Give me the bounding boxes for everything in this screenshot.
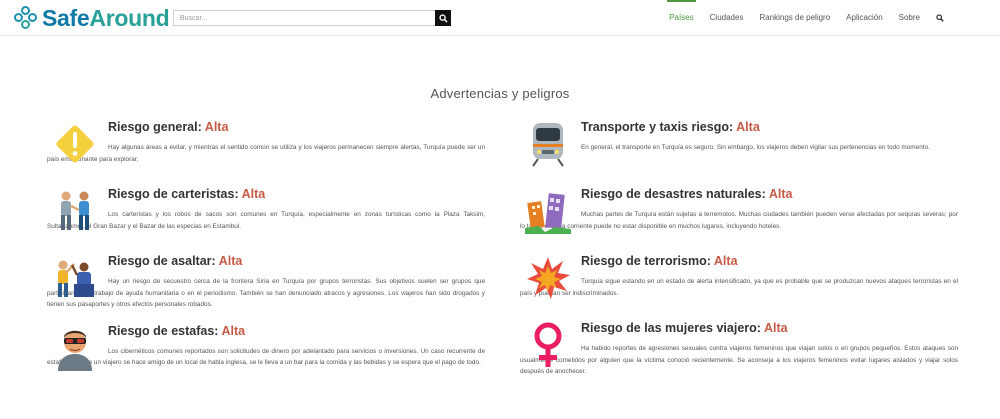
train-icon <box>520 118 576 170</box>
scammer-icon <box>47 322 103 374</box>
nav-countries[interactable]: Países <box>667 0 697 36</box>
risk-level: Alta <box>768 187 793 201</box>
risk-level: Alta <box>241 187 266 201</box>
risk-title: Riesgo de las mujeres viajero: <box>581 321 764 335</box>
risk-heading: Riesgo de terrorismo: Alta <box>581 248 958 276</box>
risk-level: Alta <box>218 254 243 268</box>
search-button[interactable] <box>435 10 451 26</box>
right-column: Transporte y taxis riesgo: Alta En gener… <box>520 114 958 385</box>
risk-title: Riesgo de desastres naturales: <box>581 187 769 201</box>
main-nav: Países Ciudades Rankings de peligro Apli… <box>653 0 944 36</box>
risk-level: Alta <box>204 120 229 134</box>
risk-description-wrap: Turquía sigue estando en un estado de al… <box>520 276 958 299</box>
nav-about[interactable]: Sobre <box>899 0 920 36</box>
risk-title: Riesgo de carteristas: <box>108 187 242 201</box>
risk-item-natural-disasters: Riesgo de desastres naturales: Alta Much… <box>520 181 958 241</box>
risk-item-women-travelers: Riesgo de las mujeres viajero: Alta Ha h… <box>520 315 958 378</box>
risk-description: Los cibernéticos comunes reportados son … <box>47 347 485 367</box>
risk-description-wrap: Los carteristas y los robos de sacos son… <box>47 209 485 232</box>
risk-heading: Riesgo de las mujeres viajero: Alta <box>581 315 958 343</box>
risk-heading: Riesgo general: Alta <box>108 114 485 142</box>
risk-description: Hay un riesgo de secuestro cerca de la f… <box>47 278 485 308</box>
nav-app[interactable]: Aplicación <box>846 0 882 36</box>
risk-item-general: Riesgo general: Alta Hay algunas áreas a… <box>47 114 485 174</box>
risk-level: Alta <box>713 254 738 268</box>
risk-item-transport: Transporte y taxis riesgo: Alta En gener… <box>520 114 958 174</box>
risk-item-terrorism: Riesgo de terrorismo: Alta Turquía sigue… <box>520 248 958 308</box>
risk-description: Hay algunas áreas a evitar, y mientras e… <box>47 144 485 163</box>
search-icon <box>438 13 448 23</box>
risk-heading: Riesgo de desastres naturales: Alta <box>581 181 958 209</box>
top-header: SafeAround Países Ciudades Rankings de p… <box>0 0 1000 36</box>
left-column: Riesgo general: Alta Hay algunas áreas a… <box>47 114 485 385</box>
risk-heading: Riesgo de carteristas: Alta <box>108 181 485 209</box>
risk-title: Riesgo de estafas: <box>108 323 222 338</box>
risk-description: Ha habido reportes de agresiones sexuale… <box>520 345 958 375</box>
search-bar <box>173 10 451 26</box>
risk-item-pickpockets: Riesgo de carteristas: Alta Los carteris… <box>47 181 485 241</box>
risk-item-scams: Riesgo de estafas: Alta Los cibernéticos… <box>47 318 485 378</box>
risk-description: Muchas partes de Turquía están sujetas a… <box>520 211 958 230</box>
risk-description: Turquía sigue estando en un estado de al… <box>520 278 958 297</box>
search-icon <box>936 14 944 22</box>
nav-cities[interactable]: Ciudades <box>710 0 744 36</box>
risk-description-wrap: Hay algunas áreas a evitar, y mientras e… <box>47 142 485 165</box>
risk-description-wrap: Ha habido reportes de agresiones sexuale… <box>520 343 958 378</box>
logo-text-around: Around <box>89 4 170 31</box>
mugging-icon <box>47 252 103 304</box>
risk-title: Riesgo de terrorismo: <box>581 254 714 268</box>
risk-title: Riesgo general: <box>108 120 205 134</box>
risk-description-wrap: Hay un riesgo de secuestro cerca de la f… <box>47 276 485 311</box>
female-symbol-icon <box>520 319 576 371</box>
nav-search-button[interactable] <box>936 14 944 22</box>
risk-description-wrap: En general, el transporte en Turquía es … <box>520 142 958 154</box>
risk-heading: Transporte y taxis riesgo: Alta <box>581 114 958 142</box>
warning-sign-icon <box>47 118 103 170</box>
risk-heading: Riesgo de asaltar: Alta <box>108 248 485 276</box>
risk-description-wrap: Muchas partes de Turquía están sujetas a… <box>520 209 958 232</box>
risk-title: Transporte y taxis riesgo: <box>581 120 737 134</box>
risk-description-wrap: Los cibernéticos comunes reportados son … <box>47 346 485 369</box>
risk-description: Los carteristas y los robos de sacos son… <box>47 211 485 230</box>
risk-title: Riesgo de asaltar: <box>108 254 219 268</box>
risk-heading: Riesgo de estafas: Alta <box>108 318 485 346</box>
site-logo[interactable]: SafeAround <box>14 4 170 32</box>
nav-danger-rankings[interactable]: Rankings de peligro <box>759 0 830 36</box>
logo-text-safe: Safe <box>42 4 90 31</box>
explosion-icon <box>520 252 576 304</box>
risk-level: Alta <box>221 323 246 338</box>
section-title: Advertencias y peligros <box>430 86 570 101</box>
logo-mark-icon <box>14 6 38 30</box>
collapsed-buildings-icon <box>520 185 576 237</box>
search-input[interactable] <box>173 10 435 26</box>
risk-level: Alta <box>763 321 788 335</box>
risk-description: En general, el transporte en Turquía es … <box>581 144 930 151</box>
logo-text: SafeAround <box>42 4 170 32</box>
risk-item-mugging: Riesgo de asaltar: Alta Hay un riesgo de… <box>47 248 485 311</box>
risk-level: Alta <box>736 120 760 134</box>
pickpocket-icon <box>47 185 103 237</box>
